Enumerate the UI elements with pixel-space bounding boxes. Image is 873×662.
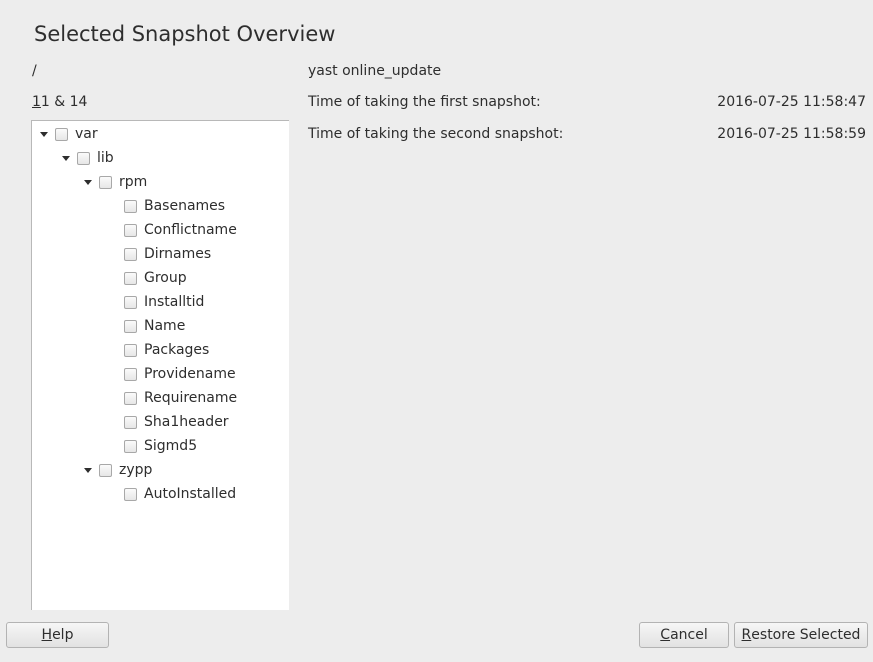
tree-node-sha1header[interactable]: Sha1header: [124, 412, 229, 432]
tree-node-requirename[interactable]: Requirename: [124, 388, 237, 408]
tree-node-installtid[interactable]: Installtid: [124, 292, 204, 312]
first-snapshot-time-label: Time of taking the first snapshot:: [308, 94, 541, 110]
snapshot-numbers: 11 & 14: [32, 94, 87, 110]
checkbox[interactable]: [124, 199, 137, 213]
checkbox[interactable]: [124, 319, 137, 333]
tree-node-conflictname[interactable]: Conflictname: [124, 220, 237, 240]
checkbox[interactable]: [124, 391, 137, 405]
snapshot-numbers-mnemonic: 1: [32, 94, 41, 110]
checkbox[interactable]: [55, 127, 68, 141]
checkbox[interactable]: [124, 271, 137, 285]
tree-node-label: zypp: [119, 462, 153, 478]
help-mnemonic: H: [41, 627, 53, 643]
tree-node-label: Providename: [144, 366, 236, 382]
first-snapshot-time-value: 2016-07-25 11:58:47: [717, 94, 866, 110]
expand-arrow-icon[interactable]: [40, 131, 48, 137]
snapshot-path: /: [32, 63, 37, 79]
tree-node-providename[interactable]: Providename: [124, 364, 236, 384]
tree-node-label: lib: [97, 150, 114, 166]
expand-arrow-icon[interactable]: [84, 179, 92, 185]
checkbox[interactable]: [77, 151, 90, 165]
tree-node-packages[interactable]: Packages: [124, 340, 209, 360]
checkbox[interactable]: [99, 175, 112, 189]
tree-node-label: rpm: [119, 174, 148, 190]
tree-node-group[interactable]: Group: [124, 268, 187, 288]
first-snapshot-time-row: Time of taking the first snapshot: 2016-…: [308, 94, 866, 110]
restore-selected-button[interactable]: Restore Selected: [734, 622, 868, 648]
tree-node-label: Installtid: [144, 294, 205, 310]
tree-node-lib[interactable]: lib: [62, 148, 114, 168]
checkbox[interactable]: [124, 343, 137, 357]
tree-node-label: Sigmd5: [144, 438, 198, 454]
tree-node-rpm[interactable]: rpm: [84, 172, 147, 192]
checkbox[interactable]: [124, 367, 137, 381]
cancel-button[interactable]: Cancel: [639, 622, 729, 648]
tree-node-zypp[interactable]: zypp: [84, 460, 152, 480]
checkbox[interactable]: [124, 487, 137, 501]
checkbox[interactable]: [124, 439, 137, 453]
tree-node-label: Requirename: [144, 390, 238, 406]
tree-node-var[interactable]: var: [40, 124, 98, 144]
tree-node-label: Basenames: [144, 198, 226, 214]
tree-node-label: Dirnames: [144, 246, 212, 262]
tree-node-basenames[interactable]: Basenames: [124, 196, 225, 216]
second-snapshot-time-label: Time of taking the second snapshot:: [308, 126, 564, 142]
checkbox[interactable]: [124, 415, 137, 429]
file-tree[interactable]: var lib rpm Basenames Conflictname Dirna…: [31, 120, 289, 610]
dialog-title: Selected Snapshot Overview: [34, 22, 336, 46]
tree-node-label: Name: [144, 318, 186, 334]
tree-node-label: var: [75, 126, 98, 142]
tree-node-autoinstalled[interactable]: AutoInstalled: [124, 484, 236, 504]
expand-arrow-icon[interactable]: [62, 155, 70, 161]
tree-node-label: Conflictname: [144, 222, 237, 238]
help-button[interactable]: Help: [6, 622, 109, 648]
tree-node-sigmd5[interactable]: Sigmd5: [124, 436, 197, 456]
checkbox[interactable]: [124, 295, 137, 309]
cancel-mnemonic: C: [660, 627, 671, 643]
checkbox[interactable]: [124, 223, 137, 237]
checkbox[interactable]: [124, 247, 137, 261]
tree-node-name[interactable]: Name: [124, 316, 185, 336]
tree-node-label: Packages: [144, 342, 210, 358]
tree-node-label: Sha1header: [144, 414, 229, 430]
snapshot-numbers-rest: 1 & 14: [40, 94, 88, 110]
tree-node-dirnames[interactable]: Dirnames: [124, 244, 211, 264]
checkbox[interactable]: [99, 463, 112, 477]
restore-label: estore Selected: [751, 627, 861, 643]
second-snapshot-time-value: 2016-07-25 11:58:59: [717, 126, 866, 142]
second-snapshot-time-row: Time of taking the second snapshot: 2016…: [308, 126, 866, 142]
help-label: elp: [52, 627, 74, 643]
restore-mnemonic: R: [741, 627, 752, 643]
cancel-label: ancel: [670, 627, 708, 643]
tree-node-label: Group: [144, 270, 187, 286]
expand-arrow-icon[interactable]: [84, 467, 92, 473]
snapshot-description: yast online_update: [308, 63, 442, 79]
tree-node-label: AutoInstalled: [144, 486, 237, 502]
